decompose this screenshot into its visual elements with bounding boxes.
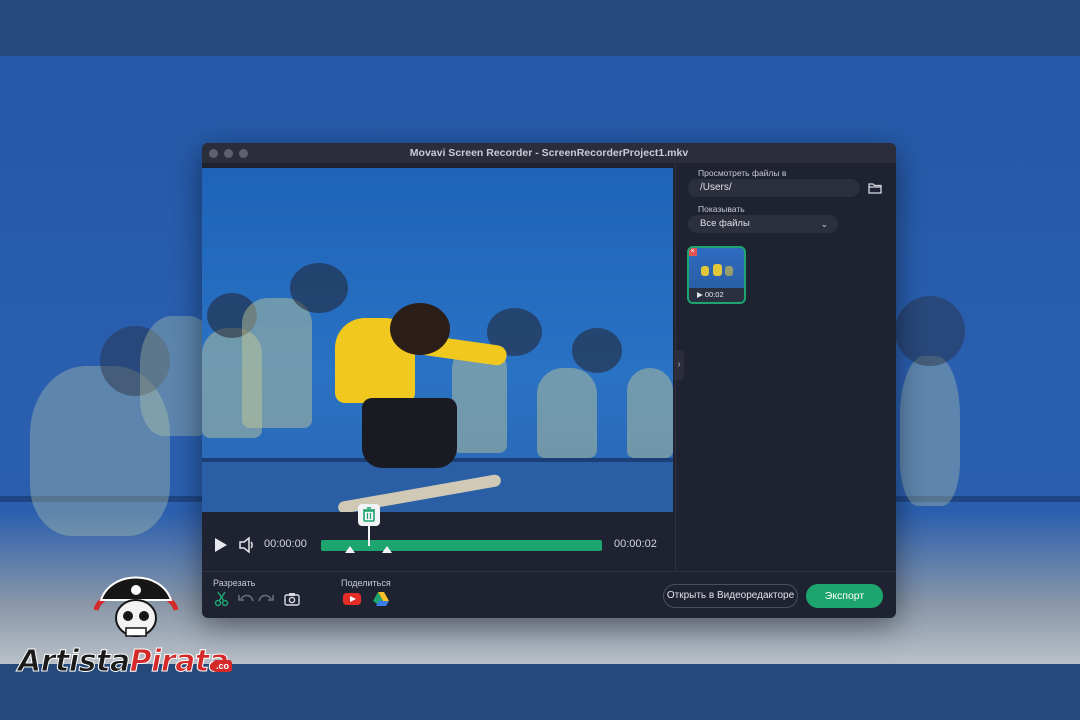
redo-icon[interactable]: [257, 591, 275, 607]
top-band: [0, 0, 1080, 56]
google-drive-icon[interactable]: [372, 591, 390, 607]
path-input[interactable]: /Users/: [688, 179, 860, 197]
thumbnail-duration: 00:02: [704, 290, 724, 299]
play-icon[interactable]: [215, 538, 227, 552]
recording-thumbnail[interactable]: ▶ 00:02 ×: [687, 246, 746, 304]
trash-icon: [363, 507, 375, 522]
trim-start-handle[interactable]: [345, 546, 355, 553]
window-title: Movavi Screen Recorder - ScreenRecorderP…: [409, 147, 689, 159]
browse-label: Просмотреть файлы в: [698, 168, 787, 178]
export-button[interactable]: Экспорт: [806, 584, 883, 608]
playhead[interactable]: [368, 526, 370, 546]
bottom-toolbar: Разрезать Поделиться Открыть в Видеореда…: [202, 571, 896, 618]
current-time: 00:00:00: [264, 538, 307, 550]
share-label: Поделиться: [341, 578, 391, 588]
youtube-icon[interactable]: [342, 591, 362, 607]
file-filter-value: Все файлы: [700, 218, 750, 229]
delete-segment-button[interactable]: [358, 504, 380, 526]
total-time: 00:00:02: [614, 538, 657, 550]
open-in-editor-button[interactable]: Открыть в Видеоредакторе: [663, 584, 798, 608]
files-panel: Просмотреть файлы в /Users/ Показывать В…: [675, 163, 896, 571]
folder-icon[interactable]: [868, 182, 882, 194]
video-preview[interactable]: [202, 168, 673, 512]
playback-controls: 00:00:00 00:00:02: [202, 504, 673, 570]
watermark-tld: .co: [213, 660, 233, 672]
app-window: Movavi Screen Recorder - ScreenRecorderP…: [202, 143, 896, 618]
watermark-logo: ArtistaPirata .co: [18, 570, 248, 698]
watermark-text: ArtistaPirata: [18, 644, 230, 680]
delete-thumbnail-icon[interactable]: ×: [689, 248, 697, 256]
chevron-down-icon: ⌄: [820, 219, 828, 229]
camera-icon[interactable]: [283, 591, 301, 607]
file-filter-select[interactable]: Все файлы ⌄: [688, 215, 838, 233]
timeline-track[interactable]: [321, 540, 602, 551]
volume-icon[interactable]: [238, 536, 256, 554]
trim-end-handle[interactable]: [382, 546, 392, 553]
title-bar: Movavi Screen Recorder - ScreenRecorderP…: [202, 143, 896, 163]
pirate-skull-icon: [93, 576, 179, 637]
show-label: Показывать: [698, 204, 745, 214]
